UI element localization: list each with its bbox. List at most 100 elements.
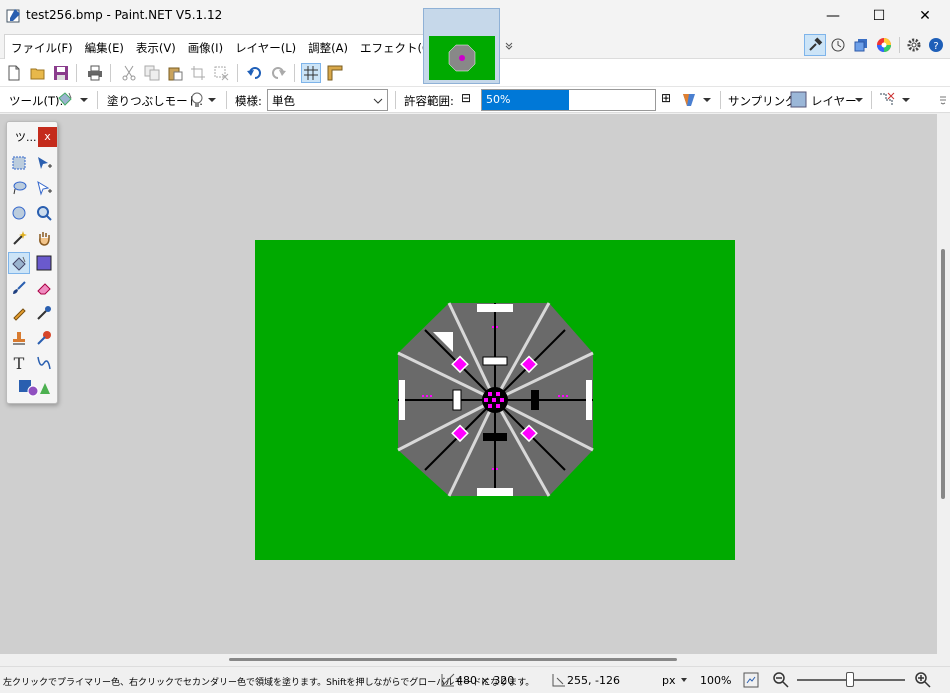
zoom-to-window-icon[interactable] bbox=[743, 672, 759, 688]
move-selection-tool[interactable] bbox=[33, 177, 55, 199]
tolerance-slider[interactable]: 50% bbox=[481, 89, 656, 111]
save-button[interactable] bbox=[51, 63, 71, 83]
close-icon: ✕ bbox=[919, 8, 931, 24]
cut-button[interactable] bbox=[119, 63, 139, 83]
tools-window-toggle[interactable] bbox=[804, 34, 826, 56]
crop-icon bbox=[191, 66, 205, 80]
move-selected-pixels-tool[interactable] bbox=[33, 152, 55, 174]
chevron-down-icon bbox=[855, 98, 863, 102]
magic-wand-icon bbox=[13, 231, 27, 245]
selection-clipping-chooser[interactable] bbox=[878, 90, 912, 110]
pencil-tool[interactable] bbox=[8, 302, 30, 324]
vertical-scroll-thumb[interactable] bbox=[941, 249, 945, 499]
deselect-icon bbox=[214, 66, 229, 81]
zoom-in-icon[interactable] bbox=[914, 671, 932, 689]
recolor-tool[interactable] bbox=[33, 327, 55, 349]
thumbnail-preview-graphic bbox=[448, 44, 476, 72]
zoom-slider-thumb[interactable] bbox=[846, 672, 854, 687]
settings-button[interactable] bbox=[903, 34, 925, 56]
horizontal-scroll-thumb[interactable] bbox=[229, 658, 677, 661]
tool-chooser[interactable] bbox=[56, 90, 92, 110]
lasso-icon bbox=[13, 181, 27, 195]
zoom-out-icon[interactable] bbox=[772, 671, 790, 689]
toolbar-separator bbox=[97, 91, 98, 109]
save-disk-icon bbox=[54, 66, 68, 80]
fill-mode-chooser[interactable] bbox=[188, 90, 220, 110]
open-button[interactable] bbox=[28, 63, 48, 83]
line-curve-tool[interactable] bbox=[33, 352, 55, 374]
tolerance-increase-button[interactable]: ⊞ bbox=[661, 91, 671, 105]
pattern-value: 単色 bbox=[272, 94, 295, 108]
ellipse-select-tool[interactable] bbox=[8, 202, 30, 224]
blend-mode-icon bbox=[683, 94, 711, 106]
open-folder-icon bbox=[30, 68, 45, 80]
tolerance-label: 許容範囲: bbox=[404, 94, 454, 108]
layers-window-toggle[interactable] bbox=[850, 34, 872, 56]
minimize-button[interactable]: — bbox=[810, 0, 856, 32]
tolerance-decrease-button[interactable]: ⊟ bbox=[461, 91, 471, 105]
lightbulb-icon bbox=[191, 92, 216, 107]
pencil-icon bbox=[13, 308, 26, 321]
tools-window[interactable]: ツ... x T bbox=[6, 121, 58, 404]
gradient-tool[interactable] bbox=[33, 252, 55, 274]
maximize-button[interactable]: ☐ bbox=[856, 0, 902, 32]
vertical-scrollbar[interactable] bbox=[937, 114, 950, 654]
redo-button[interactable] bbox=[268, 63, 288, 83]
eraser-tool[interactable] bbox=[33, 277, 55, 299]
colors-window-toggle[interactable] bbox=[873, 34, 895, 56]
paint-bucket-tool[interactable] bbox=[8, 252, 30, 274]
crop-button[interactable] bbox=[188, 63, 208, 83]
rulers-toggle[interactable] bbox=[325, 63, 345, 83]
zoom-percent: 100% bbox=[700, 674, 732, 687]
text-tool[interactable]: T bbox=[8, 352, 30, 374]
magic-wand-tool[interactable] bbox=[8, 227, 30, 249]
paintbrush-tool[interactable] bbox=[8, 277, 30, 299]
hammer-icon bbox=[809, 37, 823, 51]
pattern-select[interactable]: 単色 bbox=[267, 89, 388, 111]
pixel-grid-toggle[interactable] bbox=[301, 63, 321, 83]
help-icon: ? bbox=[929, 38, 943, 52]
clone-stamp-tool[interactable] bbox=[8, 327, 30, 349]
image-canvas[interactable] bbox=[255, 240, 735, 560]
status-bar: 左クリックでプライマリー色、右クリックでセカンダリー色で領域を塗ります。Shif… bbox=[0, 666, 950, 693]
sampling-select[interactable]: レイヤー bbox=[790, 90, 866, 110]
image-tab-thumbnail[interactable] bbox=[423, 8, 500, 84]
layer-sampling-icon bbox=[790, 91, 807, 108]
paste-button[interactable] bbox=[165, 63, 185, 83]
image-size-icon bbox=[441, 673, 455, 687]
image-thumbnail bbox=[429, 36, 495, 80]
move-pixels-icon bbox=[38, 157, 52, 169]
help-button[interactable]: ? bbox=[925, 34, 947, 56]
printer-icon bbox=[88, 65, 102, 81]
lasso-select-tool[interactable] bbox=[8, 177, 30, 199]
gradient-icon bbox=[36, 255, 52, 271]
layers-icon bbox=[854, 39, 867, 52]
ellipse-select-icon bbox=[12, 206, 26, 220]
copy-button[interactable] bbox=[142, 63, 162, 83]
pan-tool[interactable] bbox=[33, 227, 55, 249]
close-button[interactable]: ✕ bbox=[902, 0, 948, 32]
print-button[interactable] bbox=[85, 63, 105, 83]
undo-button[interactable] bbox=[245, 63, 265, 83]
tools-window-close-button[interactable]: x bbox=[38, 127, 57, 147]
clipping-icon bbox=[880, 92, 910, 106]
rectangle-select-tool[interactable] bbox=[8, 152, 30, 174]
tool-options-bar: ツール(T): 塗りつぶしモード: 模様: 単色 許容範囲: ⊟ 50% ⊞ サ… bbox=[0, 87, 950, 113]
scissors-icon bbox=[122, 65, 136, 81]
overflow-icon[interactable] bbox=[939, 95, 947, 105]
shapes-tool[interactable] bbox=[17, 377, 51, 399]
toolbar-separator bbox=[226, 91, 227, 109]
color-picker-tool[interactable] bbox=[33, 302, 55, 324]
magnifier-icon bbox=[37, 206, 52, 221]
grid-icon bbox=[304, 66, 318, 80]
toolbar-separator bbox=[871, 91, 872, 109]
blend-mode-chooser[interactable] bbox=[681, 90, 715, 110]
history-window-toggle[interactable] bbox=[827, 34, 849, 56]
new-image-button[interactable] bbox=[4, 63, 24, 83]
deselect-button[interactable] bbox=[211, 63, 231, 83]
zoom-tool[interactable] bbox=[33, 202, 55, 224]
chevron-down-icon[interactable] bbox=[680, 676, 688, 684]
toolbar-divider bbox=[899, 37, 900, 53]
units-selector[interactable]: px bbox=[662, 674, 676, 687]
horizontal-scrollbar[interactable] bbox=[0, 654, 950, 666]
